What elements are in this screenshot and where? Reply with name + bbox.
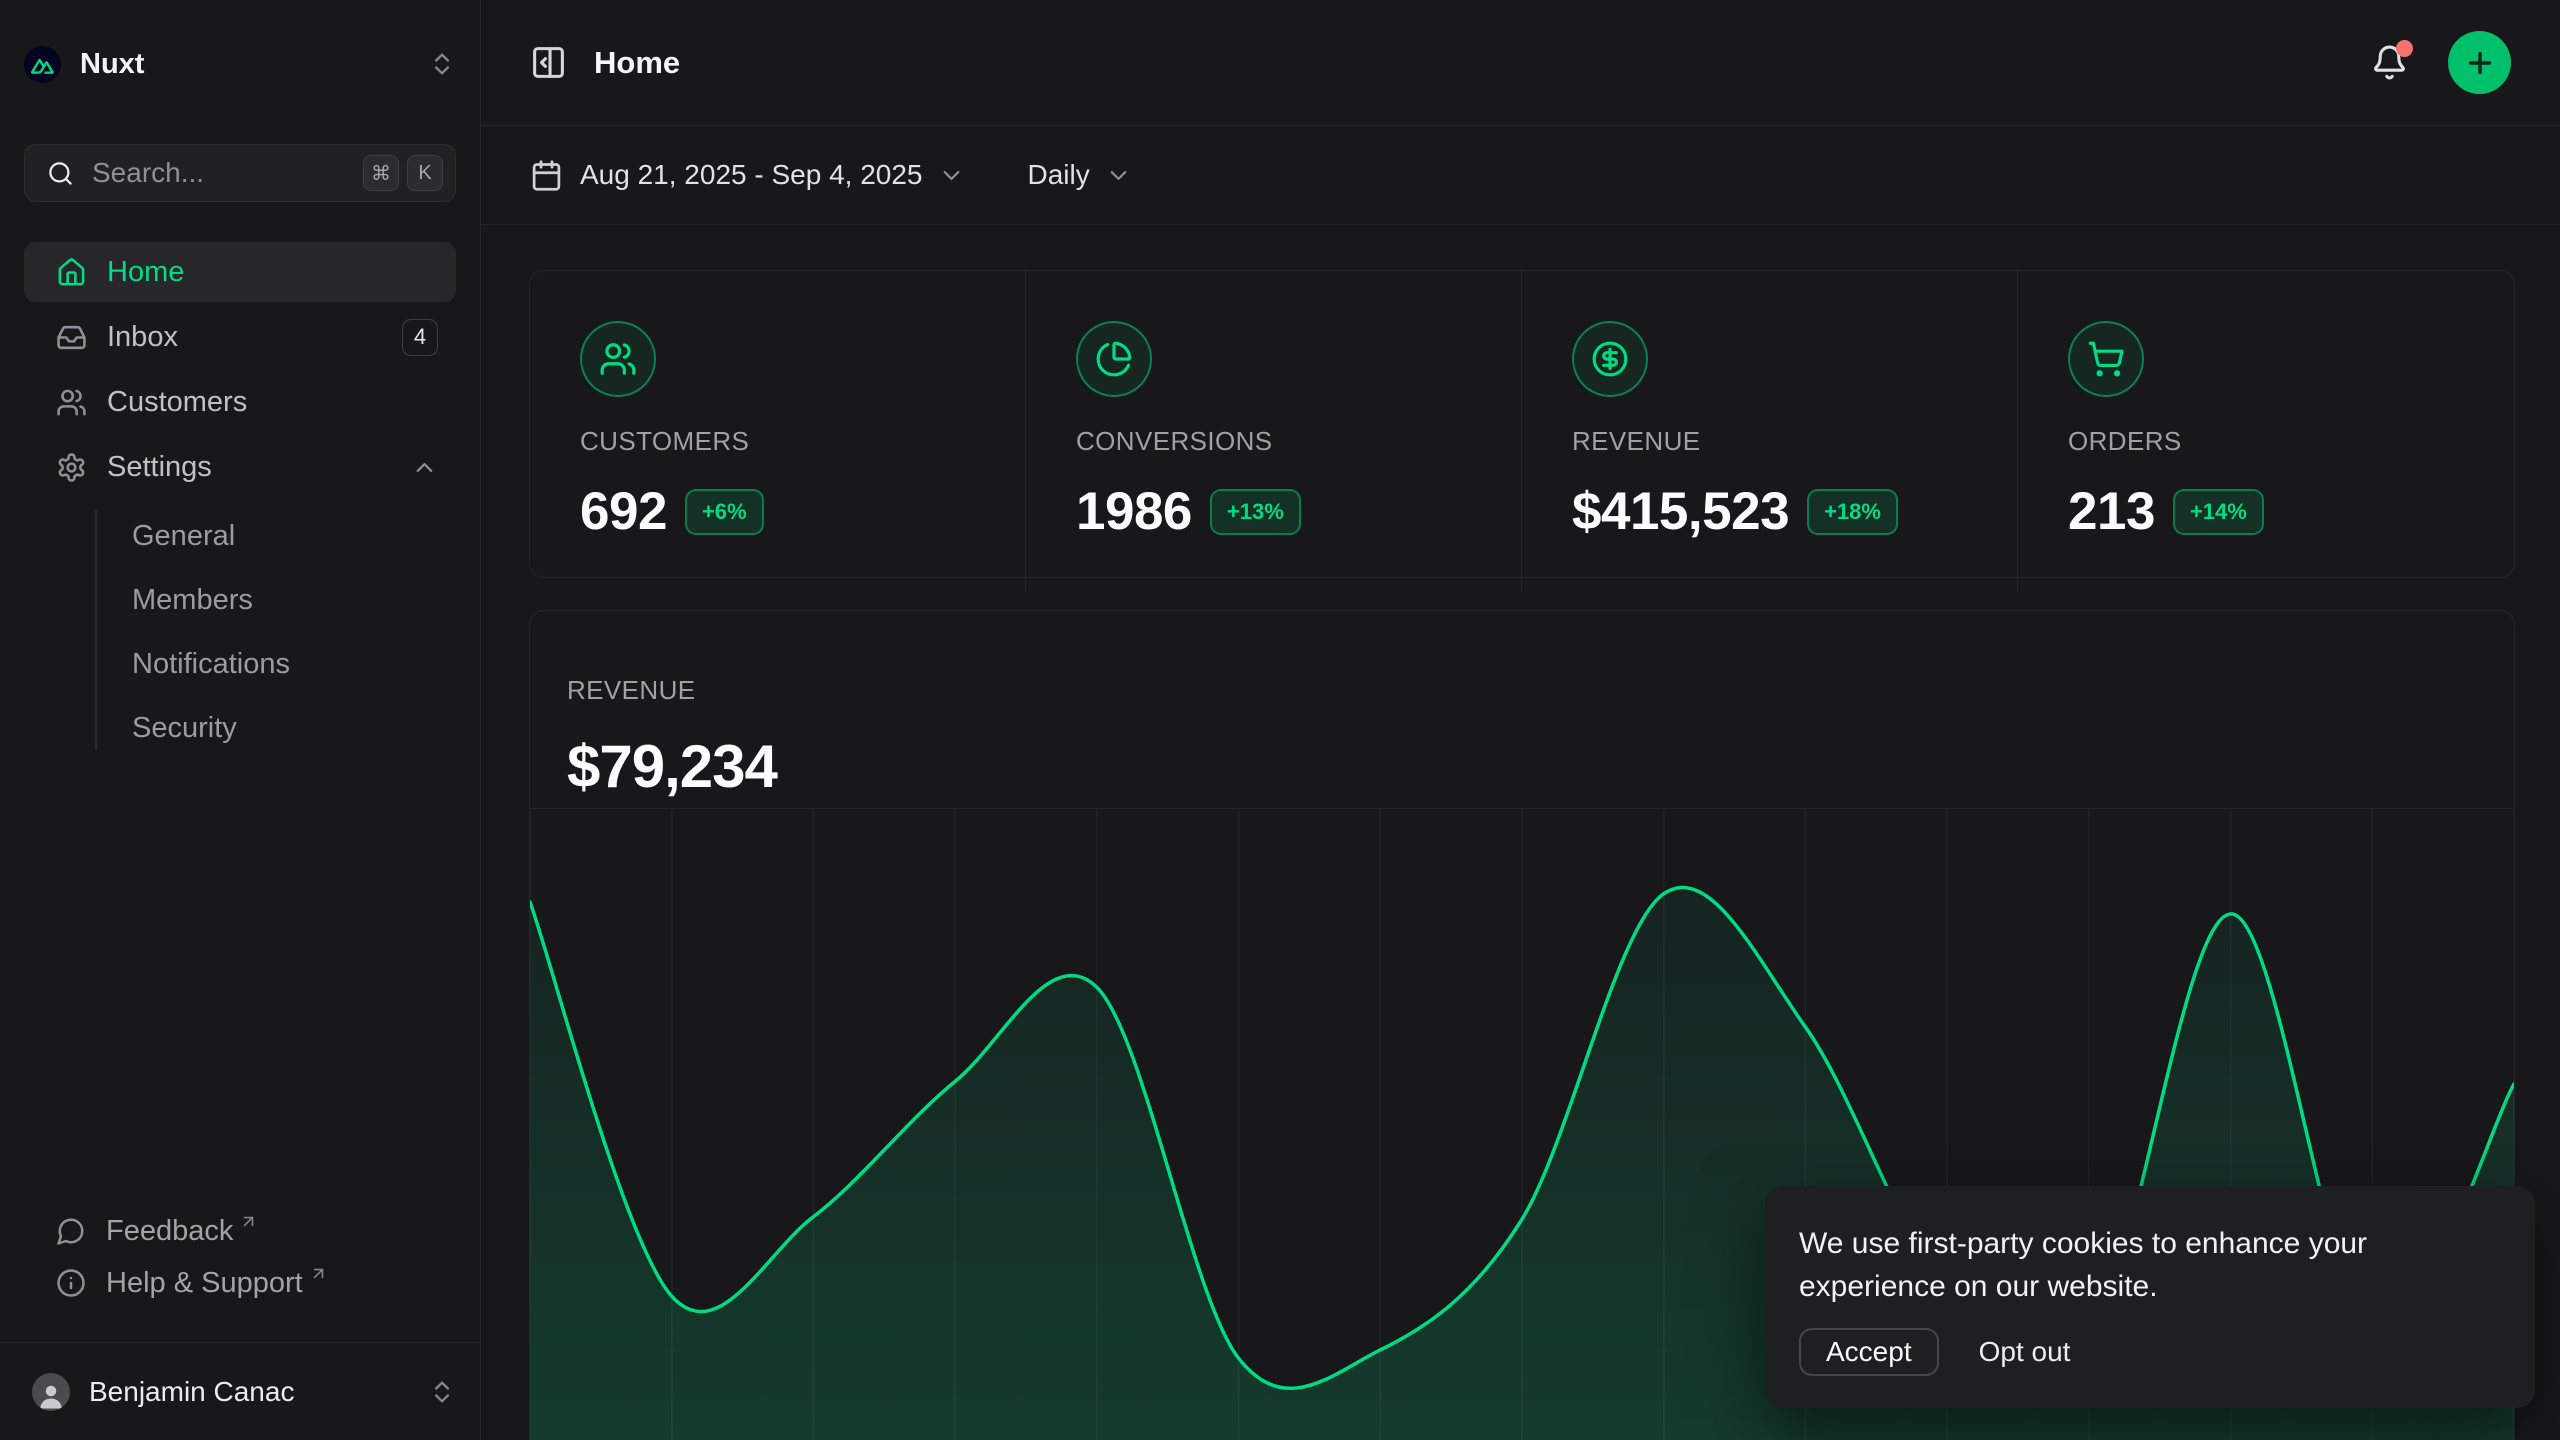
sidebar-item-settings[interactable]: Settings bbox=[24, 437, 456, 497]
team-switcher[interactable]: Nuxt bbox=[24, 38, 456, 90]
chevron-down-icon bbox=[1105, 162, 1132, 189]
sidebar-item-inbox[interactable]: Inbox 4 bbox=[24, 307, 456, 367]
stat-delta-badge: +13% bbox=[1210, 489, 1301, 535]
stat-conversions: CONVERSIONS 1986 +13% bbox=[1026, 271, 1522, 592]
notification-dot bbox=[2396, 40, 2413, 57]
stat-value: 213 bbox=[2068, 481, 2155, 542]
stat-delta-badge: +14% bbox=[2173, 489, 2264, 535]
toolbar: Aug 21, 2025 - Sep 4, 2025 Daily bbox=[481, 126, 2560, 225]
stat-label: REVENUE bbox=[1572, 426, 1967, 457]
inbox-count-badge: 4 bbox=[402, 319, 438, 356]
chevrons-up-down-icon bbox=[428, 1378, 456, 1406]
pie-chart-icon bbox=[1095, 340, 1133, 378]
sidebar-item-help-support[interactable]: Help & Support bbox=[24, 1264, 456, 1316]
stat-delta-badge: +18% bbox=[1807, 489, 1898, 535]
stat-revenue: REVENUE $415,523 +18% bbox=[1522, 271, 2018, 592]
stat-value: $415,523 bbox=[1572, 481, 1789, 542]
revenue-value: $79,234 bbox=[567, 732, 2477, 801]
stat-orders: ORDERS 213 +14% bbox=[2018, 271, 2514, 592]
opt-out-button[interactable]: Opt out bbox=[1979, 1336, 2071, 1368]
stat-label: CONVERSIONS bbox=[1076, 426, 1471, 457]
search-icon bbox=[47, 160, 74, 187]
granularity-button[interactable]: Daily bbox=[1028, 159, 1132, 191]
page-title: Home bbox=[594, 45, 680, 81]
external-link-icon bbox=[239, 1212, 258, 1231]
cart-icon bbox=[2087, 340, 2125, 378]
sidebar-item-home[interactable]: Home bbox=[24, 242, 456, 302]
sidebar-item-label: Help & Support bbox=[106, 1264, 303, 1302]
inbox-icon bbox=[56, 322, 87, 353]
stat-value: 1986 bbox=[1076, 481, 1192, 542]
team-name: Nuxt bbox=[80, 48, 144, 81]
stat-label: CUSTOMERS bbox=[580, 426, 975, 457]
message-circle-icon bbox=[56, 1216, 86, 1246]
stat-icon-circle bbox=[580, 321, 656, 397]
home-icon bbox=[56, 257, 87, 288]
sidebar-item-label: Inbox bbox=[107, 321, 178, 354]
chevron-down-icon bbox=[938, 162, 965, 189]
sidebar: Nuxt Search... ⌘ K Home Inbox bbox=[0, 0, 481, 1440]
dollar-circle-icon bbox=[1591, 340, 1629, 378]
sidebar-item-label: Feedback bbox=[106, 1212, 233, 1250]
users-icon bbox=[599, 340, 637, 378]
nuxt-logo-icon bbox=[24, 46, 61, 83]
kbd-cmd: ⌘ bbox=[363, 155, 399, 191]
gear-icon bbox=[56, 452, 87, 483]
date-range-label: Aug 21, 2025 - Sep 4, 2025 bbox=[580, 159, 923, 191]
stat-delta-badge: +6% bbox=[685, 489, 764, 535]
search-shortcut: ⌘ K bbox=[363, 155, 443, 191]
accept-button[interactable]: Accept bbox=[1799, 1328, 1939, 1376]
info-icon bbox=[56, 1268, 86, 1298]
stat-customers: CUSTOMERS 692 +6% bbox=[530, 271, 1026, 592]
sidebar-top: Nuxt Search... ⌘ K Home Inbox bbox=[0, 0, 480, 1212]
granularity-label: Daily bbox=[1028, 159, 1090, 191]
sidebar-item-general[interactable]: General bbox=[132, 504, 456, 568]
avatar bbox=[32, 1373, 70, 1411]
sidebar-item-label: Settings bbox=[107, 451, 212, 484]
sidebar-item-label: Home bbox=[107, 256, 184, 289]
sidebar-item-customers[interactable]: Customers bbox=[24, 372, 456, 432]
main-header: Home bbox=[481, 0, 2560, 126]
sidebar-nav: Home Inbox 4 Customers Settings Ge bbox=[24, 242, 456, 760]
chevron-up-icon bbox=[411, 454, 438, 481]
kbd-k: K bbox=[407, 155, 443, 191]
stat-icon-circle bbox=[1076, 321, 1152, 397]
notifications-button[interactable] bbox=[2371, 44, 2408, 81]
app-root: Nuxt Search... ⌘ K Home Inbox bbox=[0, 0, 2560, 1440]
search-input[interactable]: Search... ⌘ K bbox=[24, 144, 456, 202]
header-actions bbox=[2371, 31, 2511, 94]
collapse-sidebar-button[interactable] bbox=[530, 44, 567, 81]
stat-icon-circle bbox=[2068, 321, 2144, 397]
cookie-actions: Accept Opt out bbox=[1799, 1328, 2501, 1376]
sidebar-item-security[interactable]: Security bbox=[132, 696, 456, 760]
sidebar-item-label: Customers bbox=[107, 386, 247, 419]
sidebar-item-feedback[interactable]: Feedback bbox=[24, 1212, 456, 1264]
user-menu[interactable]: Benjamin Canac bbox=[0, 1343, 480, 1440]
date-range-button[interactable]: Aug 21, 2025 - Sep 4, 2025 bbox=[530, 159, 965, 192]
search-placeholder: Search... bbox=[92, 157, 204, 189]
stat-label: ORDERS bbox=[2068, 426, 2464, 457]
cookie-banner: We use first-party cookies to enhance yo… bbox=[1765, 1186, 2535, 1408]
external-link-icon bbox=[309, 1264, 328, 1283]
user-name: Benjamin Canac bbox=[89, 1376, 294, 1408]
revenue-label: REVENUE bbox=[567, 675, 2477, 706]
stats-card: CUSTOMERS 692 +6% CONVERSIONS 1986 +13% bbox=[529, 270, 2515, 578]
settings-subnav: General Members Notifications Security bbox=[24, 504, 456, 760]
calendar-icon bbox=[530, 159, 563, 192]
sidebar-item-members[interactable]: Members bbox=[132, 568, 456, 632]
panel-left-close-icon bbox=[530, 44, 567, 81]
cookie-message: We use first-party cookies to enhance yo… bbox=[1799, 1222, 2459, 1308]
plus-icon bbox=[2464, 47, 2496, 79]
sidebar-item-notifications[interactable]: Notifications bbox=[132, 632, 456, 696]
sidebar-footer: Feedback Help & Support bbox=[0, 1212, 480, 1342]
stat-value: 692 bbox=[580, 481, 667, 542]
revenue-card-header: REVENUE $79,234 bbox=[530, 611, 2514, 808]
users-icon bbox=[56, 387, 87, 418]
stat-icon-circle bbox=[1572, 321, 1648, 397]
person-icon bbox=[36, 1381, 66, 1411]
add-button[interactable] bbox=[2448, 31, 2511, 94]
chevrons-up-down-icon bbox=[428, 50, 456, 78]
